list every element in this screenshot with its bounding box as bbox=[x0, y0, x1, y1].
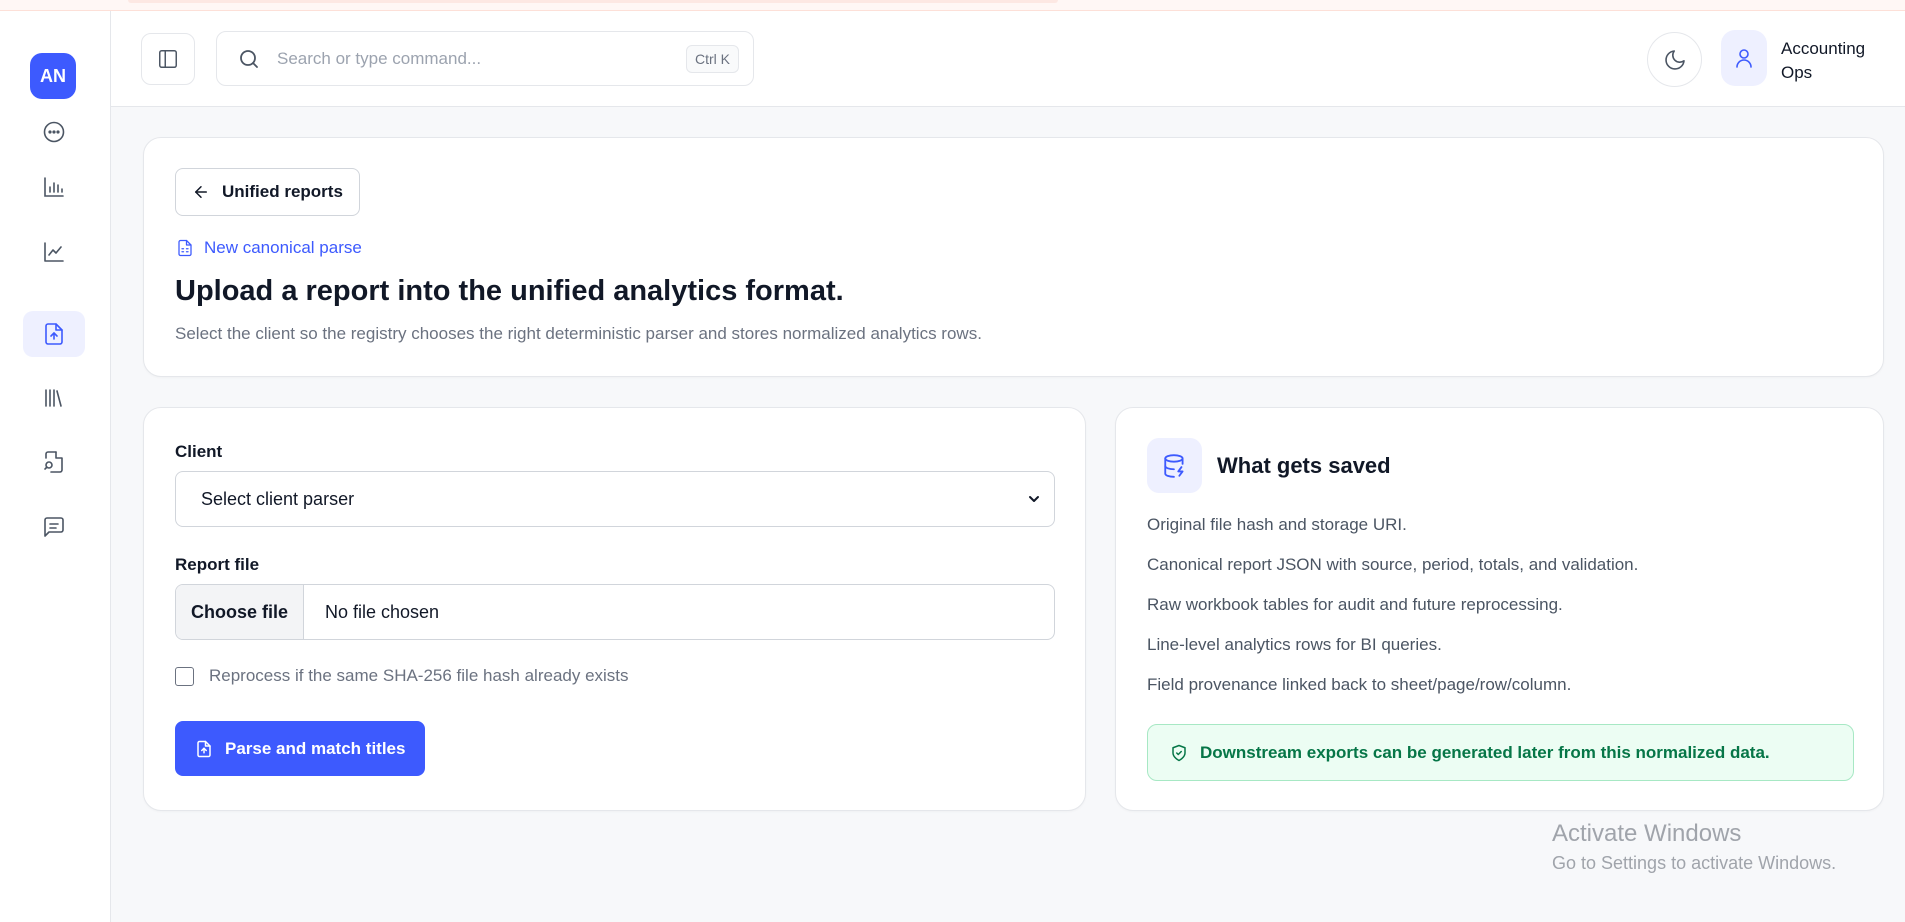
sidebar: AN bbox=[0, 11, 111, 922]
what-gets-saved-card: What gets saved Original file hash and s… bbox=[1115, 407, 1884, 811]
sidebar-item-reports[interactable] bbox=[23, 164, 85, 210]
file-upload-icon bbox=[197, 740, 211, 757]
workspace-avatar[interactable]: AN bbox=[30, 53, 76, 99]
file-text-icon bbox=[178, 239, 192, 257]
upload-form-card: Client Select client parser Report file … bbox=[143, 407, 1086, 811]
search-input[interactable]: Search or type command... Ctrl K bbox=[216, 31, 754, 86]
success-notice: Downstream exports can be generated late… bbox=[1147, 724, 1854, 781]
eyebrow-label: New canonical parse bbox=[204, 238, 362, 257]
sidebar-item-upload[interactable] bbox=[23, 311, 85, 357]
database-icon-container bbox=[1147, 438, 1202, 493]
top-strip bbox=[0, 0, 1905, 11]
list-item: Original file hash and storage URI. bbox=[1147, 515, 1407, 534]
sidebar-item-messages[interactable] bbox=[23, 504, 85, 550]
report-file-input[interactable]: Choose file No file chosen bbox=[175, 584, 1055, 640]
message-icon bbox=[44, 517, 64, 537]
info-title: What gets saved bbox=[1217, 453, 1391, 478]
file-upload-icon bbox=[45, 323, 63, 345]
user-avatar[interactable] bbox=[1721, 30, 1767, 86]
parse-button[interactable]: Parse and match titles bbox=[175, 721, 426, 776]
client-select[interactable]: Select client parser bbox=[175, 471, 1055, 527]
top-header: Search or type command... Ctrl K Account… bbox=[111, 11, 1905, 107]
search-placeholder: Search or type command... bbox=[277, 48, 482, 68]
page-header-card: Unified reports New canonical parse Uplo… bbox=[143, 137, 1884, 377]
file-search-icon bbox=[44, 451, 63, 473]
list-item: Line-level analytics rows for BI queries… bbox=[1147, 635, 1442, 654]
user-name[interactable]: Accounting Ops bbox=[1781, 37, 1896, 85]
search-shortcut: Ctrl K bbox=[686, 44, 739, 73]
back-button-label: Unified reports bbox=[222, 182, 343, 201]
user-icon bbox=[1736, 49, 1752, 68]
sidebar-item-library[interactable] bbox=[23, 375, 85, 421]
sidebar-item-file-search[interactable] bbox=[23, 439, 85, 485]
list-item: Raw workbook tables for audit and future… bbox=[1147, 595, 1563, 614]
more-horizontal-icon bbox=[43, 121, 65, 143]
sidebar-toggle-button[interactable] bbox=[141, 33, 195, 85]
page-title: Upload a report into the unified analyti… bbox=[175, 275, 844, 307]
search-icon bbox=[240, 49, 258, 68]
list-item: Field provenance linked back to sheet/pa… bbox=[1147, 675, 1572, 694]
page-description: Select the client so the registry choose… bbox=[175, 324, 982, 343]
sidebar-item-more[interactable] bbox=[23, 109, 85, 155]
notice-text: Downstream exports can be generated late… bbox=[1200, 742, 1770, 762]
client-label: Client bbox=[175, 442, 223, 461]
top-strip-bar bbox=[128, 0, 1058, 3]
client-select-value: Select client parser bbox=[201, 488, 355, 509]
panel-left-icon bbox=[159, 50, 177, 68]
reprocess-option: Reprocess if the same SHA-256 file hash … bbox=[175, 666, 629, 686]
library-icon bbox=[45, 389, 62, 407]
activate-windows-subtitle: Go to Settings to activate Windows. bbox=[1552, 853, 1837, 873]
database-icon bbox=[1163, 453, 1184, 478]
report-file-label: Report file bbox=[175, 555, 260, 574]
line-chart-icon bbox=[44, 242, 64, 262]
list-item: Canonical report JSON with source, perio… bbox=[1147, 555, 1639, 574]
back-button[interactable]: Unified reports bbox=[175, 168, 360, 216]
file-status: No file chosen bbox=[325, 601, 440, 622]
choose-file-button[interactable]: Choose file bbox=[176, 585, 304, 639]
shield-check-icon bbox=[1172, 744, 1186, 761]
bar-chart-icon bbox=[44, 177, 64, 197]
chevron-down-icon bbox=[1029, 496, 1039, 502]
reprocess-label[interactable]: Reprocess if the same SHA-256 file hash … bbox=[209, 666, 629, 686]
parse-button-label: Parse and match titles bbox=[225, 738, 406, 758]
reprocess-checkbox[interactable] bbox=[175, 666, 194, 686]
moon-icon bbox=[1664, 49, 1685, 70]
sidebar-item-analytics[interactable] bbox=[23, 229, 85, 275]
theme-toggle-button[interactable] bbox=[1647, 32, 1702, 87]
arrow-left-icon bbox=[195, 186, 207, 198]
saved-items-list: Original file hash and storage URI. Cano… bbox=[1147, 515, 1638, 715]
page-eyebrow: New canonical parse bbox=[176, 238, 362, 258]
activate-windows-title: Activate Windows bbox=[1552, 820, 1742, 847]
